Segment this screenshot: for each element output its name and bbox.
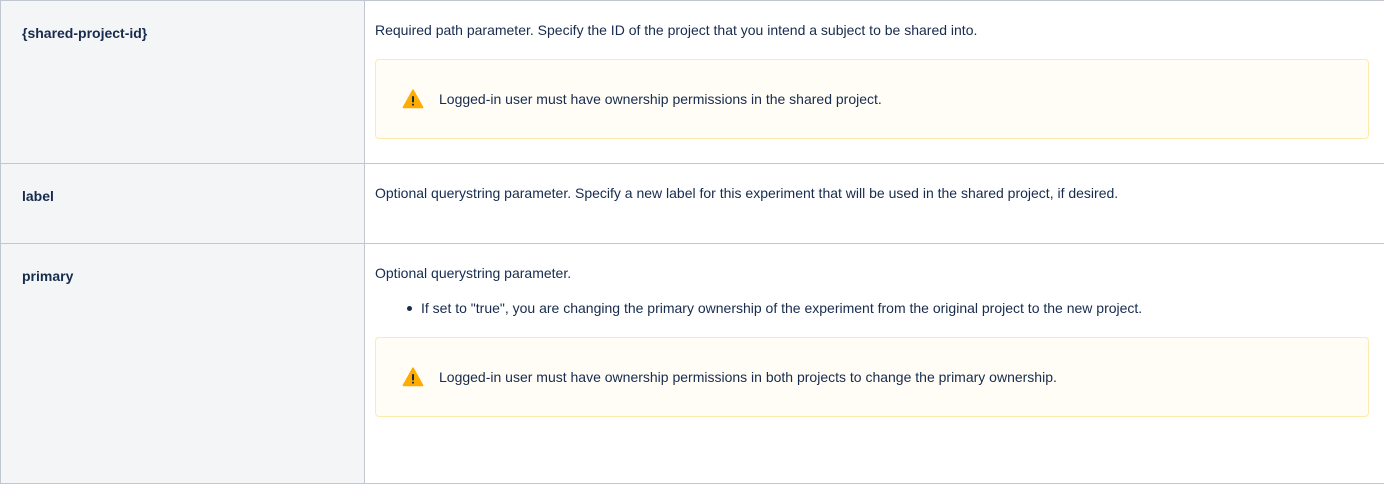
- param-description: Optional querystring parameter.: [375, 264, 1373, 282]
- warning-text: Logged-in user must have ownership permi…: [439, 368, 1057, 386]
- param-name-cell: label: [1, 164, 365, 244]
- param-name-cell: {shared-project-id}: [1, 1, 365, 164]
- param-description-cell: Optional querystring parameter. Specify …: [365, 164, 1384, 244]
- list-item-text: If set to "true", you are changing the p…: [421, 300, 1142, 316]
- param-description: Optional querystring parameter. Specify …: [375, 184, 1373, 202]
- table-row: primary Optional querystring parameter. …: [1, 244, 1384, 484]
- param-description: Required path parameter. Specify the ID …: [375, 21, 1373, 39]
- list-item: If set to "true", you are changing the p…: [407, 299, 1373, 317]
- warning-panel: Logged-in user must have ownership permi…: [375, 337, 1369, 417]
- table-row: label Optional querystring parameter. Sp…: [1, 164, 1384, 244]
- warning-text: Logged-in user must have ownership permi…: [439, 90, 882, 108]
- param-name: primary: [22, 268, 73, 284]
- warning-icon: [402, 88, 424, 110]
- param-description-cell: Optional querystring parameter. If set t…: [365, 244, 1384, 484]
- parameters-table: {shared-project-id} Required path parame…: [0, 0, 1384, 484]
- warning-panel: Logged-in user must have ownership permi…: [375, 59, 1369, 139]
- bullet-list: If set to "true", you are changing the p…: [375, 299, 1373, 317]
- param-name: {shared-project-id}: [22, 25, 147, 41]
- param-name-cell: primary: [1, 244, 365, 484]
- bullet-icon: [407, 306, 412, 311]
- table-row: {shared-project-id} Required path parame…: [1, 1, 1384, 164]
- param-name: label: [22, 188, 54, 204]
- param-description-cell: Required path parameter. Specify the ID …: [365, 1, 1384, 164]
- warning-icon: [402, 366, 424, 388]
